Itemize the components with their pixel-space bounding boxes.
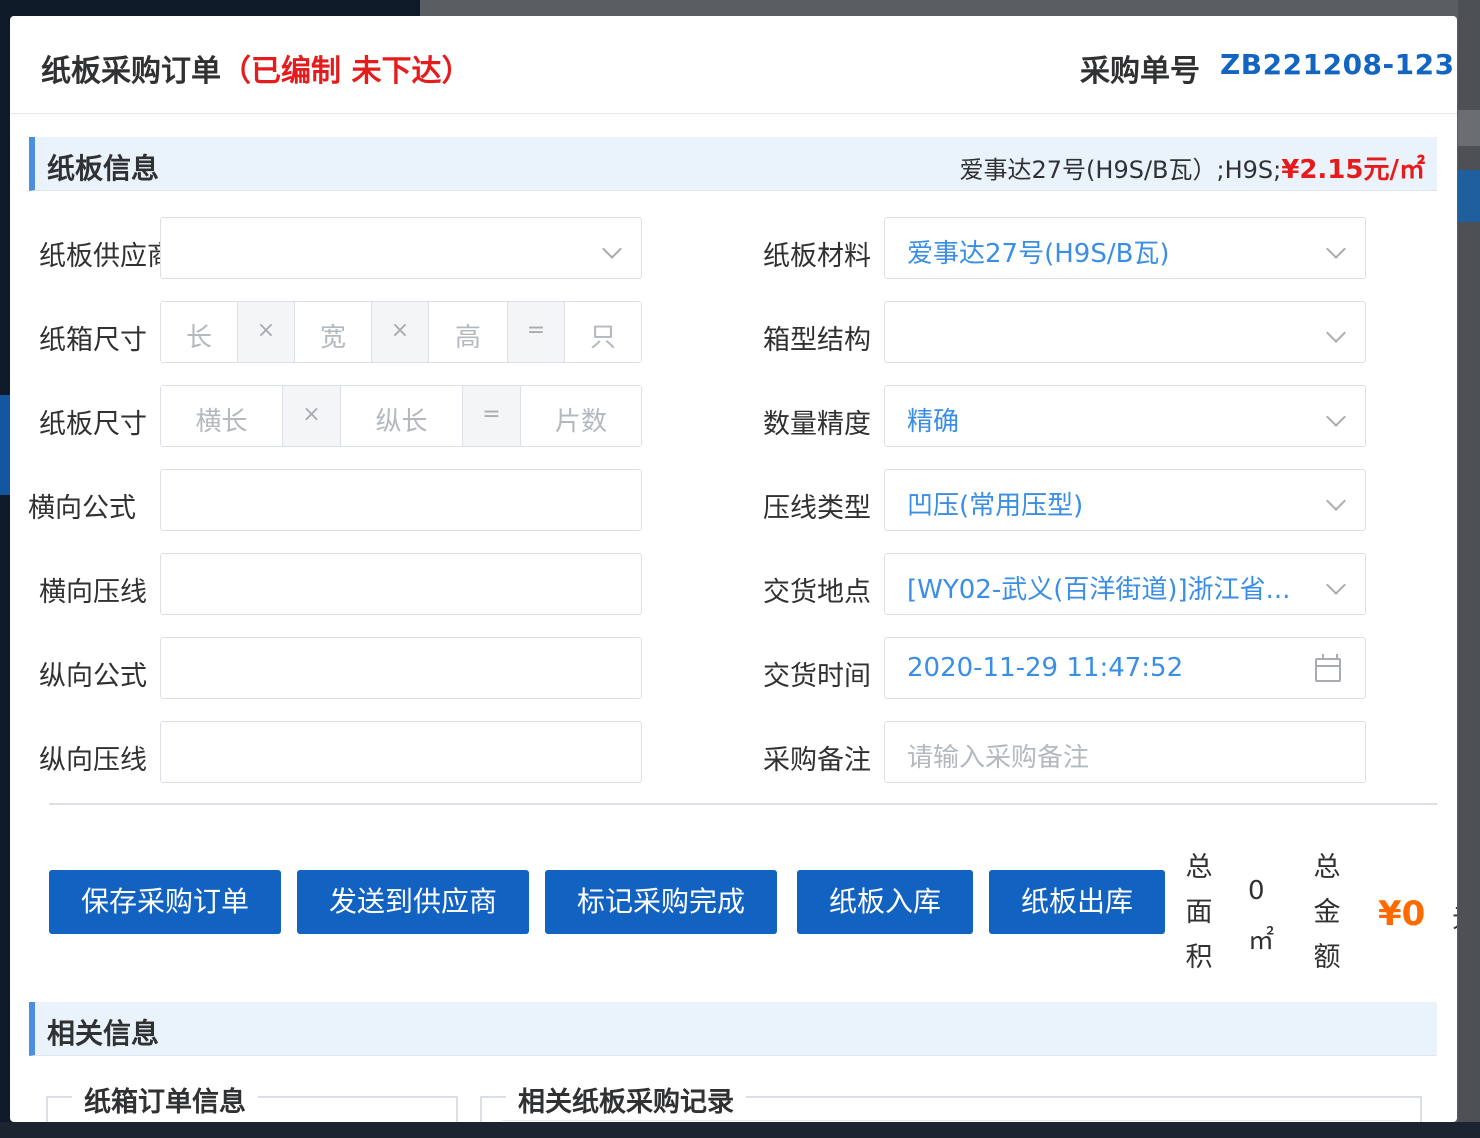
precision-value: 精确 [907,407,960,437]
v-crease-input[interactable] [160,721,642,783]
board-vlen-input[interactable]: 纵长 [341,386,462,446]
total-area-value: 0 [1248,876,1265,906]
stock-in-button[interactable]: 纸板入库 [797,870,973,934]
board-records-panel: 相关纸板采购记录 [480,1080,1422,1122]
v-crease-label: 纵向压线 [39,745,147,776]
h-formula-label: 横向公式 [28,493,136,524]
delivery-time-value: 2020-11-29 11:47:52 [907,653,1184,683]
background-app-fragment [1458,110,1480,146]
crease-type-select[interactable]: 凹压(常用压型) [884,469,1366,531]
board-size-group: 横长 × 纵长 = 片数 [160,385,642,447]
box-size-label: 纸箱尺寸 [39,325,147,356]
delivery-place-select[interactable]: [WY02-武义(百洋街道)]浙江省... [884,553,1366,615]
box-height-input[interactable]: 高 [429,302,507,362]
times-sign: × [282,386,341,446]
chevron-down-icon [1326,491,1346,511]
divider [49,803,1437,805]
structure-label: 箱型结构 [763,325,871,356]
h-crease-label: 横向压线 [39,577,147,608]
structure-select[interactable] [884,301,1366,363]
times-sign: × [237,302,295,362]
h-crease-input[interactable] [160,553,642,615]
material-label: 纸板材料 [763,241,871,272]
purchase-order-dialog: 纸板采购订单（已编制 未下达） 采购单号 ZB221208-123 纸板信息 爱… [10,16,1457,1122]
unit-price: ¥2.15元/㎡ [1281,155,1425,185]
box-order-info-legend: 纸箱订单信息 [72,1080,258,1119]
calendar-icon [1315,654,1341,682]
delivery-time-picker[interactable]: 2020-11-29 11:47:52 [884,637,1366,699]
delivery-place-label: 交货地点 [763,577,871,608]
stock-out-button[interactable]: 纸板出库 [989,870,1165,934]
material-summary-text: 爱事达27号(H9S/B瓦）;H9S; [959,156,1282,184]
order-number-label: 采购单号 [1080,54,1200,89]
chevron-down-icon [1326,407,1346,427]
background-app-bottom [0,1122,1480,1138]
chevron-down-icon [602,239,622,259]
supplier-select[interactable] [160,217,642,279]
crease-type-label: 压线类型 [763,493,871,524]
times-sign: × [371,302,429,362]
box-width-input[interactable]: 宽 [295,302,371,362]
dialog-title-text: 纸板采购订单 [41,54,221,89]
v-formula-input[interactable] [160,637,642,699]
records-table-top [502,1120,1400,1121]
box-size-group: 长 × 宽 × 高 = 只 [160,301,642,363]
precision-label: 数量精度 [763,409,871,440]
section-related-info: 相关信息 [29,1002,1437,1056]
delivery-place-value: [WY02-武义(百洋街道)]浙江省... [907,575,1291,605]
dialog-header: 纸板采购订单（已编制 未下达） 采购单号 ZB221208-123 [10,16,1457,114]
background-app-highlight [0,395,10,495]
section-title: 相关信息 [47,1017,160,1050]
chevron-down-icon [1326,575,1346,595]
equals-sign: = [462,386,521,446]
equals-sign: = [507,302,565,362]
chevron-down-icon [1326,239,1346,259]
section-board-info: 纸板信息 爱事达27号(H9S/B瓦）;H9S;¥2.15元/㎡ [29,137,1437,191]
remark-placeholder: 请输入采购备注 [907,743,1090,773]
save-order-button[interactable]: 保存采购订单 [49,870,281,934]
precision-select[interactable]: 精确 [884,385,1366,447]
box-length-input[interactable]: 长 [161,302,237,362]
board-size-label: 纸板尺寸 [39,409,147,440]
v-formula-label: 纵向公式 [39,661,147,692]
remark-label: 采购备注 [763,745,871,776]
box-count-input[interactable]: 只 [565,302,641,362]
background-app-chip [1458,170,1480,222]
send-to-supplier-button[interactable]: 发送到供应商 [297,870,529,934]
delivery-time-label: 交货时间 [763,661,871,692]
crease-type-value: 凹压(常用压型) [907,491,1084,521]
total-amount-unit: 元 [1452,898,1457,935]
total-amount-value: ¥0 [1378,894,1426,934]
board-pieces-input[interactable]: 片数 [521,386,641,446]
h-formula-input[interactable] [160,469,642,531]
box-order-info-panel: 纸箱订单信息 [46,1080,458,1122]
material-value: 爱事达27号(H9S/B瓦) [907,239,1170,269]
section-title: 纸板信息 [47,152,160,185]
material-select[interactable]: 爱事达27号(H9S/B瓦) [884,217,1366,279]
total-area-unit: ㎡ [1248,926,1275,956]
supplier-label: 纸板供应商 [39,241,174,272]
chevron-down-icon [1326,323,1346,343]
mark-complete-button[interactable]: 标记采购完成 [545,870,777,934]
dialog-title: 纸板采购订单（已编制 未下达） [41,46,471,90]
board-hlen-input[interactable]: 横长 [161,386,282,446]
remark-input[interactable]: 请输入采购备注 [884,721,1366,783]
board-records-legend: 相关纸板采购记录 [506,1080,746,1119]
order-number: ZB221208-123 [1220,48,1455,81]
order-status: （已编制 未下达） [221,54,472,89]
material-summary: 爱事达27号(H9S/B瓦）;H9S;¥2.15元/㎡ [960,149,1425,186]
